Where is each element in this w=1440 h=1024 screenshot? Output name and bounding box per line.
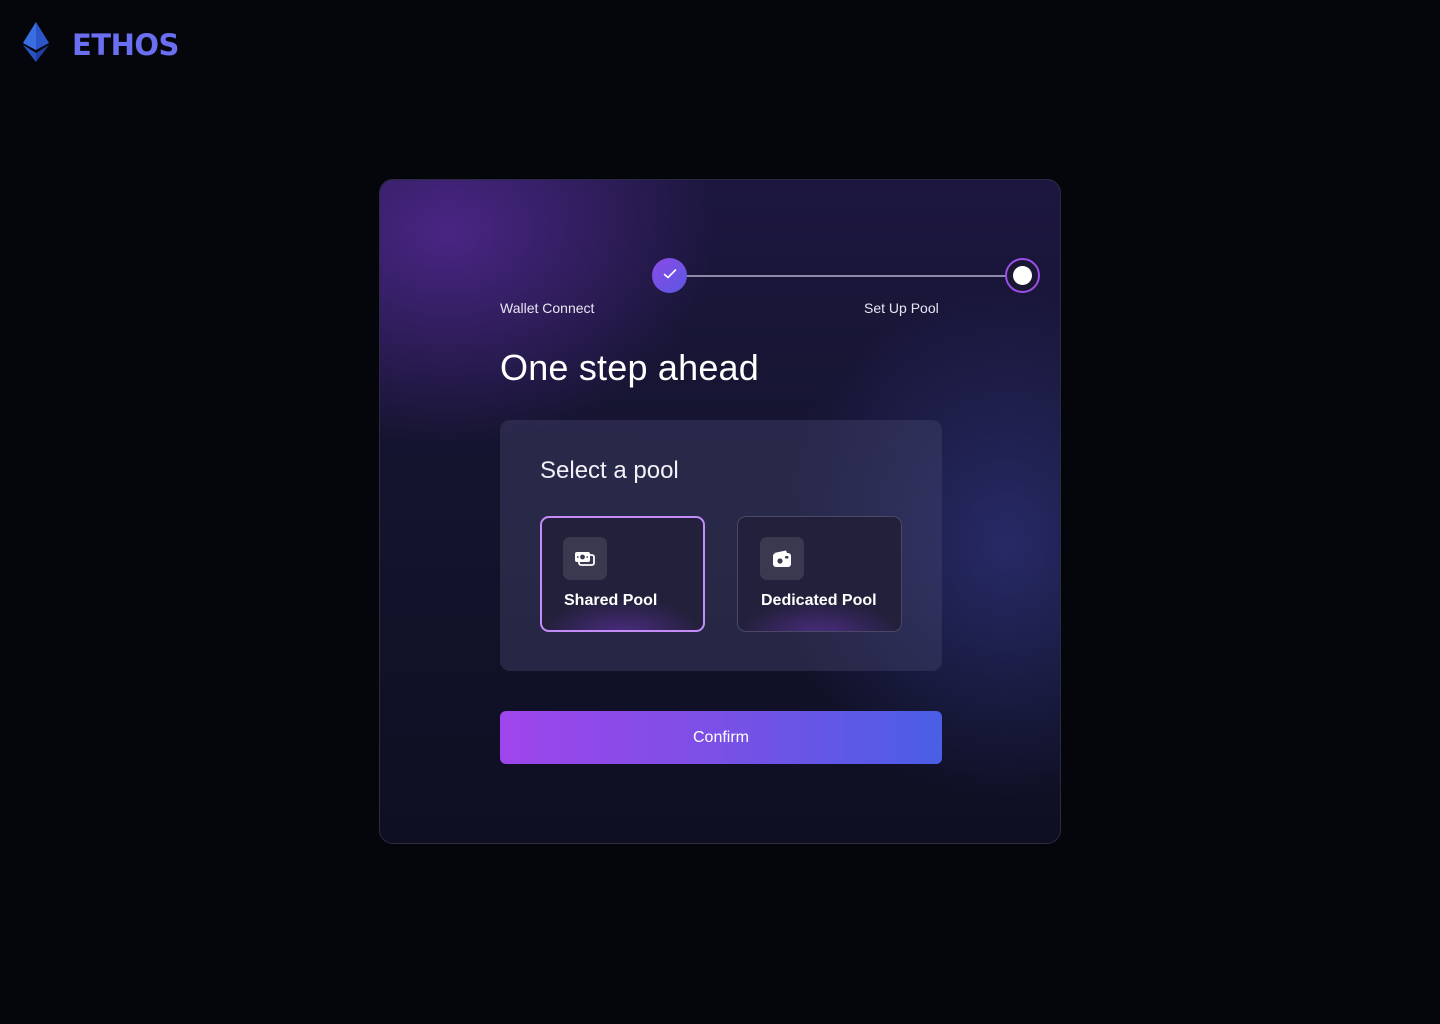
step-connector-line	[670, 275, 1022, 277]
ethereum-diamond-icon	[22, 22, 50, 67]
dedicated-pool-icon	[760, 537, 804, 580]
dedicated-pool-option[interactable]: Dedicated Pool	[737, 516, 902, 632]
step-label-wallet-connect: Wallet Connect	[500, 300, 595, 316]
shared-pool-icon	[563, 537, 607, 580]
step-label-set-up-pool: Set Up Pool	[864, 300, 939, 316]
current-step-dot	[1013, 266, 1032, 285]
brand-name: ETHOS	[72, 27, 179, 62]
pool-selection-panel: Select a pool Shared Pool Dedicated Pool	[500, 420, 942, 671]
dedicated-pool-label: Dedicated Pool	[761, 592, 877, 609]
step-wallet-connect-indicator	[652, 258, 687, 293]
setup-card: Wallet Connect Set Up Pool One step ahea…	[379, 179, 1061, 844]
brand-logo[interactable]: ETHOS	[22, 22, 179, 67]
shared-pool-option[interactable]: Shared Pool	[540, 516, 705, 632]
confirm-button[interactable]: Confirm	[500, 711, 942, 764]
pool-section-heading: Select a pool	[540, 457, 679, 484]
shared-pool-label: Shared Pool	[564, 592, 658, 609]
step-set-up-pool-indicator	[1005, 258, 1040, 293]
page-title: One step ahead	[500, 347, 760, 388]
check-icon	[663, 267, 677, 285]
